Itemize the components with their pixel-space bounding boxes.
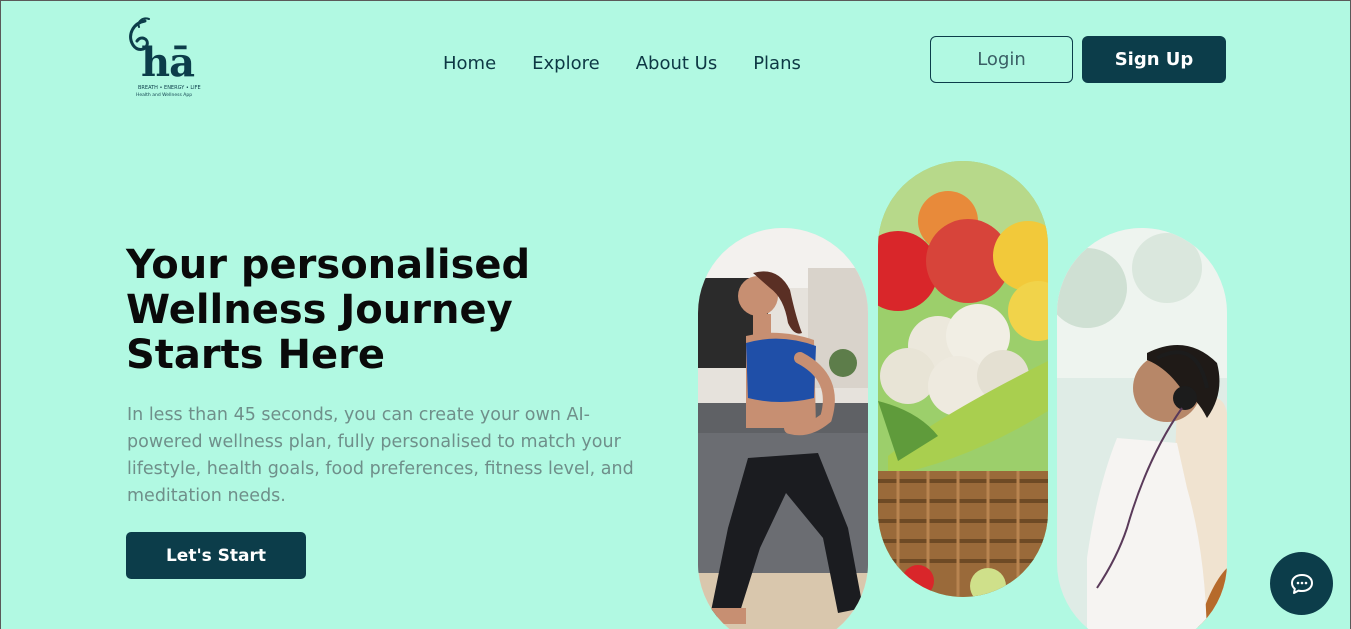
- chat-button[interactable]: [1270, 552, 1333, 615]
- hero-title: Your personalised Wellness Journey Start…: [126, 242, 531, 378]
- chat-icon: [1290, 573, 1313, 594]
- brand-subtitle: Health and Wellness App: [136, 93, 193, 98]
- nav-about-us[interactable]: About Us: [636, 53, 718, 74]
- nav-home[interactable]: Home: [443, 53, 496, 74]
- login-button[interactable]: Login: [930, 36, 1073, 83]
- main-nav: Home Explore About Us Plans: [443, 53, 801, 74]
- hero-description: In less than 45 seconds, you can create …: [127, 405, 634, 506]
- nav-plans[interactable]: Plans: [753, 53, 801, 74]
- nav-explore[interactable]: Explore: [532, 53, 600, 74]
- meditation-photo: [1057, 228, 1227, 629]
- brand-logo[interactable]: hā BREATH • ENERGY • LIFE Health and Wel…: [123, 17, 203, 101]
- landing-page: hā BREATH • ENERGY • LIFE Health and Wel…: [0, 0, 1351, 629]
- brand-name: hā: [141, 39, 195, 86]
- brand-tagline: BREATH • ENERGY • LIFE: [138, 85, 201, 91]
- lets-start-button[interactable]: Let's Start: [126, 532, 306, 579]
- fitness-photo: [698, 228, 868, 629]
- vegetables-photo: [878, 161, 1048, 597]
- signup-button[interactable]: Sign Up: [1082, 36, 1226, 83]
